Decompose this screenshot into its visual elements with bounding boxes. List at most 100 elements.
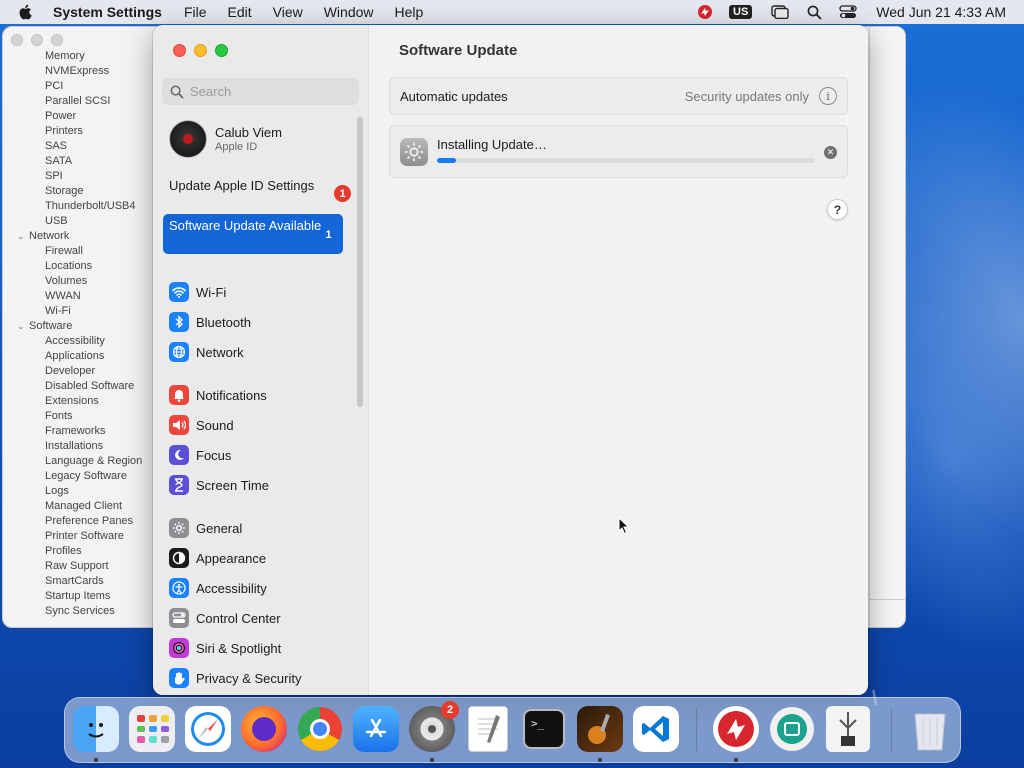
category-item[interactable]: Wi-Fi [3,304,163,319]
category-label: PCI [45,80,64,92]
category-item[interactable]: SAS [3,139,163,154]
info-button[interactable]: i [819,87,837,105]
search-icon [170,85,184,98]
category-item[interactable]: Sync Services [3,604,163,619]
category-item[interactable]: SPI [3,169,163,184]
category-item[interactable]: Printer Software [3,529,163,544]
server-status-icon[interactable] [693,3,717,21]
software-update-available-item[interactable]: Software Update Available 1 [163,214,343,254]
apple-id-profile[interactable]: Calub Viem Apple ID [169,120,282,158]
category-item[interactable]: Memory [3,49,163,64]
safari-icon[interactable] [185,706,231,752]
category-item[interactable]: Applications [3,349,163,364]
category-item[interactable]: Preference Panes [3,514,163,529]
category-item[interactable]: Profiles [3,544,163,559]
chevron-down-icon[interactable]: ⌄ [17,229,29,244]
sidebar-item-wi-fi[interactable]: Wi-Fi [169,281,226,303]
control-center-icon[interactable] [836,3,860,21]
zoom-button[interactable] [51,34,63,46]
menu-bar-clock[interactable]: Wed Jun 21 4:33 AM [876,4,1006,20]
system-settings-window: Search Calub Viem Apple ID Update Apple … [153,25,868,695]
gear-icon [169,518,189,538]
chevron-down-icon[interactable]: ⌄ [17,319,29,334]
category-item[interactable]: Accessibility [3,334,163,349]
category-item[interactable]: NVMExpress [3,64,163,79]
sidebar-item-focus[interactable]: Focus [169,444,231,466]
sidebar-item-sound[interactable]: Sound [169,414,234,436]
sidebar-item-siri-spotlight[interactable]: Siri & Spotlight [169,637,281,659]
category-item[interactable]: Firewall [3,244,163,259]
apple-menu-icon[interactable] [18,4,36,20]
category-item[interactable]: Parallel SCSI [3,94,163,109]
firefox-icon[interactable] [241,706,287,752]
trash-icon[interactable] [907,706,953,752]
category-item[interactable]: Startup Items [3,589,163,604]
category-item[interactable]: Language & Region [3,454,163,469]
zoom-button[interactable] [215,44,228,57]
system-settings-icon[interactable]: 2 [409,701,459,752]
spotlight-search-icon[interactable] [802,3,826,21]
category-item[interactable]: Raw Support [3,559,163,574]
keyboard-layout-indicator[interactable]: US [729,5,753,19]
instruments-icon[interactable] [577,706,623,752]
category-item[interactable]: Logs [3,484,163,499]
menu-help[interactable]: Help [395,4,424,20]
category-item[interactable]: Developer [3,364,163,379]
category-item[interactable]: Locations [3,259,163,274]
launchpad-icon[interactable] [129,706,175,752]
sidebar-item-network[interactable]: Network [169,341,244,363]
textedit-icon[interactable] [465,706,511,752]
screen-mirroring-icon[interactable] [768,3,792,21]
category-group[interactable]: ⌄ Software [3,319,163,334]
category-item[interactable]: SmartCards [3,574,163,589]
menu-view[interactable]: View [273,4,303,20]
category-item[interactable]: Volumes [3,274,163,289]
category-item[interactable]: Printers [3,124,163,139]
search-input[interactable]: Search [162,78,359,105]
category-item[interactable]: Installations [3,439,163,454]
category-item[interactable]: WWAN [3,289,163,304]
sidebar-item-accessibility[interactable]: Accessibility [169,577,267,599]
category-item[interactable]: Disabled Software [3,379,163,394]
category-item[interactable]: SATA [3,154,163,169]
category-item[interactable]: Fonts [3,409,163,424]
category-group[interactable]: ⌄ Network [3,229,163,244]
category-item[interactable]: Legacy Software [3,469,163,484]
sidebar-item-screen-time[interactable]: Screen Time [169,474,269,496]
help-button[interactable]: ? [827,199,848,220]
sidebar-item-notifications[interactable]: Notifications [169,384,267,406]
vscode-icon[interactable] [633,706,679,752]
sidebar-scrollbar[interactable] [357,117,363,407]
menu-edit[interactable]: Edit [228,4,252,20]
app-name-menu[interactable]: System Settings [53,4,162,20]
menu-window[interactable]: Window [324,4,374,20]
sidebar-item-label: General [196,520,243,536]
usb-icon[interactable] [825,706,871,752]
category-item[interactable]: PCI [3,79,163,94]
sidebar-item-privacy-security[interactable]: Privacy & Security [169,667,301,689]
terminal-icon[interactable]: >_ [521,706,567,752]
archive-icon[interactable] [769,706,815,752]
sidebar-item-bluetooth[interactable]: Bluetooth [169,311,251,333]
finder-icon[interactable] [73,706,119,752]
minimize-button[interactable] [194,44,207,57]
category-item[interactable]: Managed Client [3,499,163,514]
minimize-button[interactable] [31,34,43,46]
close-button[interactable] [11,34,23,46]
category-item[interactable]: USB [3,214,163,229]
category-item[interactable]: Power [3,109,163,124]
update-apple-id-settings-item[interactable]: Update Apple ID Settings 1 [163,178,351,202]
server-icon[interactable] [713,706,759,752]
close-button[interactable] [173,44,186,57]
category-item[interactable]: Storage [3,184,163,199]
chrome-icon[interactable] [297,706,343,752]
menu-file[interactable]: File [184,4,207,20]
category-item[interactable]: Thunderbolt/USB4 [3,199,163,214]
category-item[interactable]: Extensions [3,394,163,409]
cancel-update-button[interactable]: ✕ [824,146,837,159]
category-item[interactable]: Frameworks [3,424,163,439]
app-store-icon[interactable] [353,706,399,752]
sidebar-item-appearance[interactable]: Appearance [169,547,266,569]
sidebar-item-control-center[interactable]: Control Center [169,607,281,629]
sidebar-item-general[interactable]: General [169,517,242,539]
